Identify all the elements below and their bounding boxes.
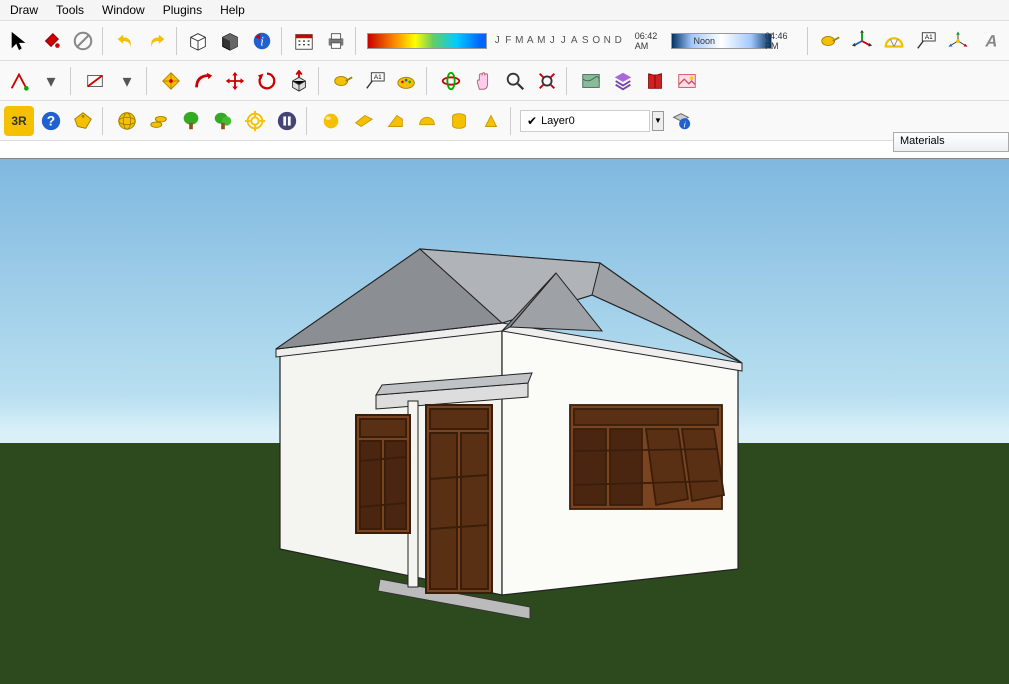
dropdown-arrow2-icon[interactable]: ▾	[112, 66, 142, 96]
menu-window[interactable]: Window	[102, 3, 145, 17]
move-icon[interactable]	[220, 66, 250, 96]
text-3d-icon[interactable]: A	[975, 26, 1005, 56]
house-model	[270, 199, 750, 619]
brush-arc-icon[interactable]	[188, 66, 218, 96]
axes-tool-icon[interactable]	[847, 26, 877, 56]
layer-check-icon: ✔	[527, 114, 537, 128]
help-icon[interactable]: ?	[36, 106, 66, 136]
rotate-icon[interactable]	[252, 66, 282, 96]
face-style2-icon[interactable]	[215, 26, 245, 56]
tree1-icon[interactable]	[176, 106, 206, 136]
pan-hand-icon[interactable]	[468, 66, 498, 96]
materials-panel-title[interactable]: Materials	[893, 132, 1009, 152]
toolbar-row-2: ▾ ▾ A1	[0, 61, 1009, 101]
month-gradient[interactable]: JFMAMJJASOND	[363, 33, 627, 49]
time-end: 04:46 PM	[765, 31, 797, 51]
sphere-icon[interactable]	[316, 106, 346, 136]
svg-text:A1: A1	[925, 34, 933, 41]
text-label-icon[interactable]: A1	[911, 26, 941, 56]
menu-draw[interactable]: Draw	[10, 3, 38, 17]
plane-icon[interactable]	[348, 106, 378, 136]
dim-text-icon[interactable]: A1	[360, 66, 390, 96]
picture-icon[interactable]	[672, 66, 702, 96]
face-style1-icon[interactable]	[183, 26, 213, 56]
rect-diag-icon[interactable]	[80, 66, 110, 96]
zoom-icon[interactable]	[500, 66, 530, 96]
3d-axes-icon[interactable]	[943, 26, 973, 56]
map-icon[interactable]	[576, 66, 606, 96]
menu-plugins[interactable]: Plugins	[163, 3, 202, 17]
svg-text:A: A	[984, 31, 1000, 50]
zoom-extents-icon[interactable]	[532, 66, 562, 96]
tree2-icon[interactable]	[208, 106, 238, 136]
br-badge-icon[interactable]: 3R	[4, 106, 34, 136]
tag-icon[interactable]	[68, 106, 98, 136]
menu-help[interactable]: Help	[220, 3, 245, 17]
paint-bucket-icon[interactable]	[36, 26, 66, 56]
push-pull-icon[interactable]	[284, 66, 314, 96]
cancel-icon[interactable]	[68, 26, 98, 56]
diamond-icon[interactable]	[156, 66, 186, 96]
layer-name: Layer0	[541, 115, 575, 127]
layer-selector[interactable]: ✔ Layer0	[520, 110, 650, 132]
crosshair-icon[interactable]	[240, 106, 270, 136]
paint2-icon[interactable]	[392, 66, 422, 96]
select-arrow-icon[interactable]	[4, 26, 34, 56]
prism-icon[interactable]	[476, 106, 506, 136]
menu-bar: Draw Tools Window Plugins Help	[0, 0, 1009, 21]
info-icon[interactable]: i	[247, 26, 277, 56]
layer-dropdown-icon[interactable]: ▼	[652, 111, 664, 131]
calendar-icon[interactable]	[289, 26, 319, 56]
tape-tool-icon[interactable]	[815, 26, 845, 56]
svg-text:?: ?	[47, 113, 55, 128]
tape2-icon[interactable]	[328, 66, 358, 96]
triangle-icon[interactable]	[4, 66, 34, 96]
redo-icon[interactable]	[142, 26, 172, 56]
time-start: 06:42 AM	[635, 31, 667, 51]
orbit-icon[interactable]	[436, 66, 466, 96]
undo-icon[interactable]	[110, 26, 140, 56]
toolbar-row-1: i JFMAMJJASOND 06:42 AM Noon 04:46 PM A1…	[0, 21, 1009, 61]
time-slider[interactable]: 06:42 AM Noon 04:46 PM	[635, 31, 798, 51]
pause-icon[interactable]	[272, 106, 302, 136]
time-noon: Noon	[694, 36, 716, 46]
printer-icon[interactable]	[321, 26, 351, 56]
model-viewport[interactable]	[0, 158, 1009, 684]
layer-info-icon[interactable]: i	[666, 106, 696, 136]
toolbar-row-3: 3R ? ✔ Layer0 ▼ i	[0, 101, 1009, 141]
svg-text:i: i	[261, 34, 265, 48]
wedge-icon[interactable]	[380, 106, 410, 136]
coins-icon[interactable]	[144, 106, 174, 136]
dome-icon[interactable]	[412, 106, 442, 136]
protractor-icon[interactable]	[879, 26, 909, 56]
globe-icon[interactable]	[112, 106, 142, 136]
menu-tools[interactable]: Tools	[56, 3, 84, 17]
svg-text:A1: A1	[374, 74, 382, 81]
cylinder-icon[interactable]	[444, 106, 474, 136]
dropdown-arrow-icon[interactable]: ▾	[36, 66, 66, 96]
book-icon[interactable]	[640, 66, 670, 96]
layers-icon[interactable]	[608, 66, 638, 96]
